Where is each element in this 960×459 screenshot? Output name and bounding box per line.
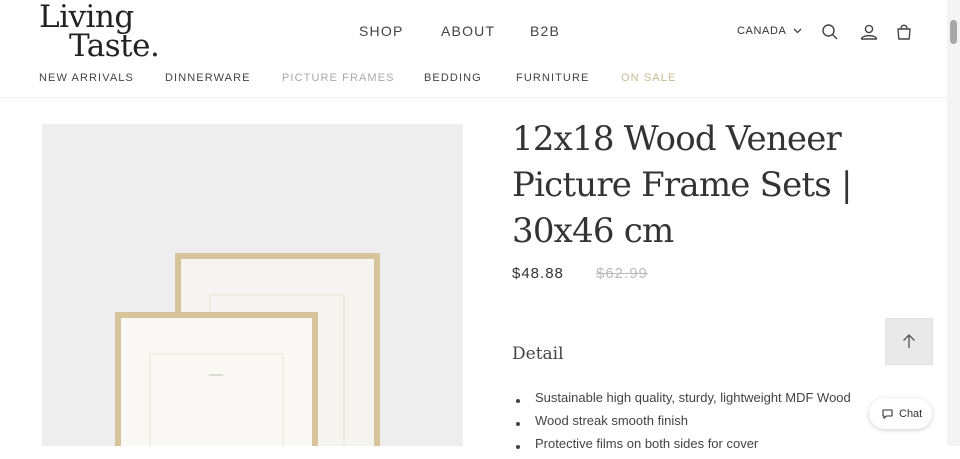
chat-button[interactable]: Chat [869,398,932,429]
chat-bubble-icon [882,409,893,419]
nav-about[interactable]: ABOUT [441,23,495,39]
category-furniture[interactable]: FURNITURE [516,72,589,84]
account-icon[interactable] [860,23,878,41]
header-divider [0,97,947,98]
country-label: CANADA [737,25,787,37]
category-dinnerware[interactable]: DINNERWARE [165,72,251,84]
category-on-sale[interactable]: ON SALE [621,72,676,84]
cart-icon[interactable] [895,23,913,41]
feature-item: Sustainable high quality, sturdy, lightw… [512,390,851,413]
category-picture-frames[interactable]: PICTURE FRAMES [282,72,395,84]
nav-shop[interactable]: SHOP [359,23,403,39]
search-icon[interactable] [821,23,839,41]
back-to-top-button[interactable] [885,318,933,365]
feature-item: Wood streak smooth finish [512,413,851,436]
product-title: 12x18 Wood Veneer Picture Frame Sets | 3… [512,119,852,251]
country-selector[interactable]: CANADA [737,25,802,37]
site-logo[interactable]: Living Taste. [39,2,160,64]
compare-at-price: $62.99 [596,265,648,282]
logo-line-2: Taste. [69,28,160,64]
product-price: $48.88 [512,265,564,282]
picture-frames-illustration [115,253,380,446]
detail-heading: Detail [512,344,564,364]
category-new-arrivals[interactable]: NEW ARRIVALS [39,72,134,84]
scrollbar-thumb[interactable] [950,20,957,44]
nav-b2b[interactable]: B2B [530,23,560,39]
feature-item: Protective films on both sides for cover [512,436,851,459]
feature-list: Sustainable high quality, sturdy, lightw… [512,390,851,459]
category-bedding[interactable]: BEDDING [424,72,482,84]
arrow-up-icon [903,334,915,348]
chevron-down-icon [793,28,802,34]
chat-label: Chat [899,408,923,420]
page-scrollbar[interactable] [947,0,960,446]
product-image[interactable] [42,124,463,446]
